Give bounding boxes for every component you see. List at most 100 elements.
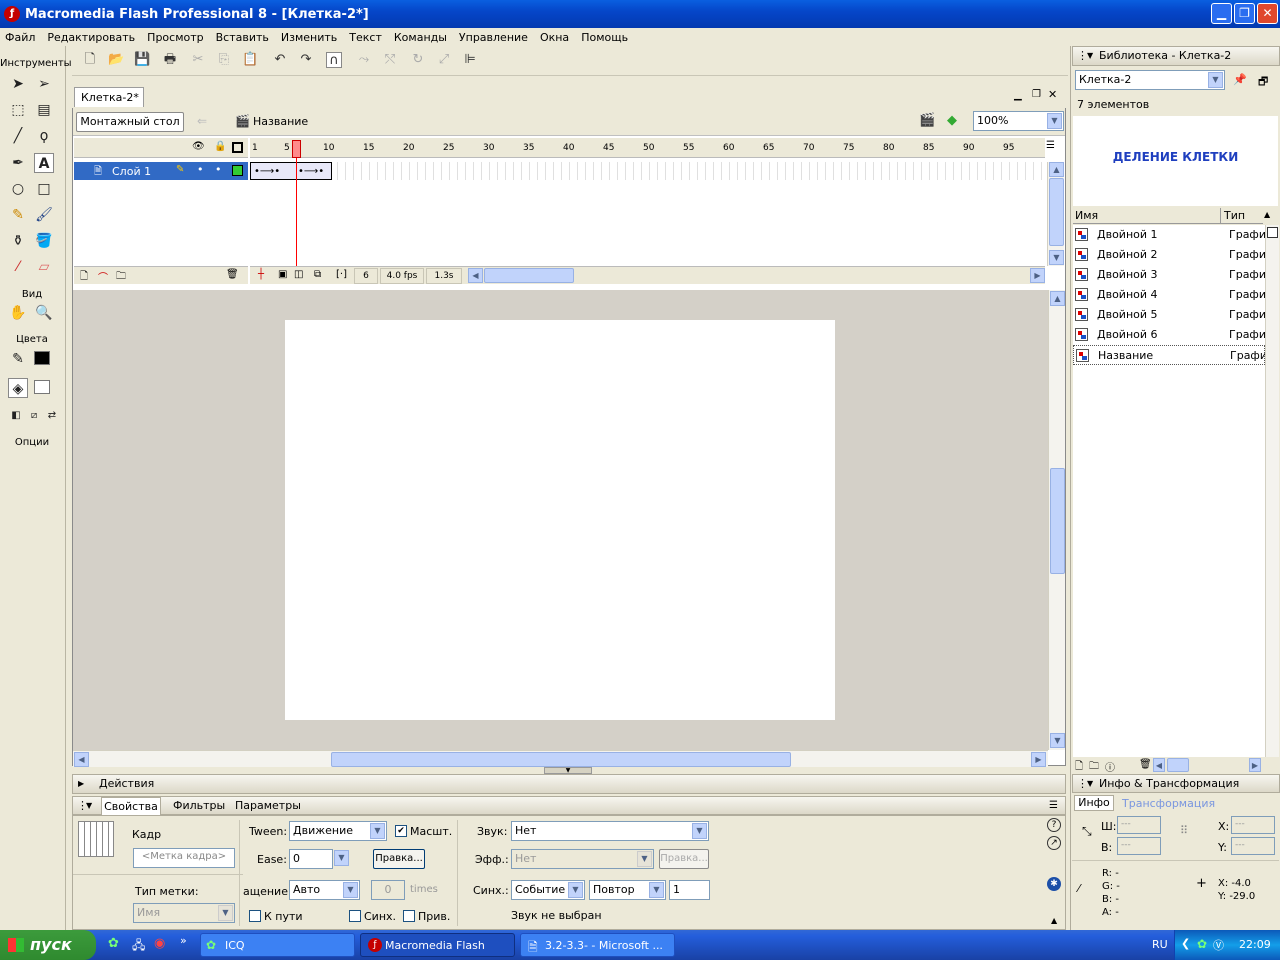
column-name[interactable]: Имя xyxy=(1075,209,1098,222)
icq-flower-icon[interactable]: ✿ xyxy=(1197,937,1207,951)
wide-view-icon[interactable] xyxy=(1267,227,1278,238)
snap-checkbox[interactable] xyxy=(403,910,415,922)
icq-flower-icon[interactable]: ✿ xyxy=(108,936,119,951)
more-chevron-icon[interactable]: » xyxy=(180,934,187,947)
opera-icon[interactable]: ◉ xyxy=(154,936,165,951)
rotate-icon[interactable]: ↻ xyxy=(410,52,426,68)
panel-menu-icon[interactable]: ☰ xyxy=(1049,797,1058,815)
sort-icon[interactable]: ▲ xyxy=(1264,210,1270,219)
start-button[interactable]: пуск xyxy=(0,930,96,960)
maximize-button[interactable]: ❐ xyxy=(1234,3,1255,24)
effect-edit-button[interactable]: Правка... xyxy=(659,849,709,869)
stroke-color-icon[interactable]: ✎ xyxy=(8,349,28,369)
menu-commands[interactable]: Команды xyxy=(394,31,447,44)
text-tool-icon[interactable]: A xyxy=(34,153,54,173)
subselect-tool-icon[interactable]: ➢ xyxy=(34,74,54,94)
scroll-down-icon[interactable]: ▼ xyxy=(1050,733,1065,748)
oval-tool-icon[interactable]: ○ xyxy=(8,179,28,199)
times-input[interactable]: 0 xyxy=(371,880,405,900)
scale-checkbox[interactable]: ✔ xyxy=(395,825,407,837)
brush-tool-icon[interactable]: 🖌 xyxy=(34,205,54,225)
menu-edit[interactable]: Редактировать xyxy=(47,31,135,44)
scroll-left-icon[interactable]: ◀ xyxy=(74,752,89,767)
pen-tool-icon[interactable]: ✒ xyxy=(8,153,28,173)
tab-filters[interactable]: Фильтры xyxy=(173,797,225,815)
onion-skin-icon[interactable]: ▣ xyxy=(278,269,287,280)
width-field[interactable]: --- xyxy=(1117,816,1161,834)
height-field[interactable]: --- xyxy=(1117,837,1161,855)
playhead-handle[interactable] xyxy=(292,140,301,158)
scroll-left-icon[interactable]: ◀ xyxy=(1153,758,1165,772)
collapse-arrow-icon[interactable]: ▼ xyxy=(86,797,92,815)
rectangle-tool-icon[interactable]: □ xyxy=(34,179,54,199)
sync-checkbox[interactable] xyxy=(349,910,361,922)
task-word[interactable]: 3.2-3.3- - Microsoft ... xyxy=(520,933,675,957)
stage-button[interactable]: Монтажный стол xyxy=(76,112,184,132)
zoom-tool-icon[interactable]: 🔍 xyxy=(34,303,54,323)
ease-input[interactable]: 0 xyxy=(289,849,333,869)
help-icon[interactable]: ? xyxy=(1047,818,1061,832)
doc-close-icon[interactable]: ✕ xyxy=(1048,88,1057,101)
scroll-right-icon[interactable]: ▶ xyxy=(1030,268,1045,283)
paste-icon[interactable]: 📋 xyxy=(242,52,258,68)
sound-select[interactable]: Нет ▼ xyxy=(511,821,709,841)
expand-tray-icon[interactable]: ❮ xyxy=(1181,937,1190,950)
edit-icon[interactable]: ↗ xyxy=(1047,836,1061,850)
scroll-down-icon[interactable]: ▼ xyxy=(1049,250,1064,265)
doc-minimize-icon[interactable]: ▁ xyxy=(1014,90,1022,101)
open-folder-icon[interactable]: 📂 xyxy=(108,52,124,68)
zoom-select[interactable]: 100% ▼ xyxy=(973,111,1064,131)
stage-canvas[interactable] xyxy=(285,320,835,720)
tween-select[interactable]: Движение ▼ xyxy=(289,821,387,841)
eraser-tool-icon[interactable]: ▱ xyxy=(34,257,54,277)
vscroll-thumb[interactable] xyxy=(1049,178,1064,246)
antivirus-icon[interactable]: Ⓥ xyxy=(1213,937,1224,953)
timeline-vscroll[interactable]: ▲ ▼ xyxy=(1047,162,1064,266)
scroll-right-icon[interactable]: ▶ xyxy=(1249,758,1261,772)
frame-track[interactable]: •⟶• •⟶• xyxy=(250,162,1045,180)
rotate-select[interactable]: Авто ▼ xyxy=(289,880,360,900)
free-transform-icon[interactable]: ⬚ xyxy=(8,100,28,120)
trash-icon[interactable]: 🗑 xyxy=(226,269,239,280)
scroll-up-icon[interactable]: ▲ xyxy=(1049,162,1064,177)
visible-dot-icon[interactable]: • xyxy=(197,163,204,176)
trash-icon[interactable]: 🗑 xyxy=(1139,759,1152,770)
ease-edit-button[interactable]: Правка... xyxy=(373,849,425,869)
smooth-icon[interactable]: ⤳ xyxy=(356,52,372,68)
frame-label-input[interactable]: <Метка кадра> xyxy=(133,848,235,868)
library-vscroll[interactable] xyxy=(1265,225,1279,757)
sync-select[interactable]: Событие ▼ xyxy=(511,880,585,900)
onion-outline-icon[interactable]: ◫ xyxy=(294,269,303,280)
stage-hscroll-thumb[interactable] xyxy=(331,752,791,767)
stage-hscroll[interactable]: ◀ ▶ xyxy=(73,750,1048,767)
center-frame-icon[interactable]: ┼ xyxy=(258,269,264,280)
stage-vscroll-thumb[interactable] xyxy=(1050,468,1065,574)
add-guide-icon[interactable]: ⌒ xyxy=(98,269,108,284)
scale-icon[interactable]: ⤢ xyxy=(436,52,452,68)
cut-icon[interactable]: ✂ xyxy=(190,52,206,68)
y-field[interactable]: --- xyxy=(1231,837,1275,855)
stage-vscroll[interactable]: ▲ ▼ xyxy=(1048,290,1065,750)
list-item[interactable]: Название Графи xyxy=(1073,345,1267,365)
copy-icon[interactable]: ⎘ xyxy=(216,52,232,68)
menu-control[interactable]: Управление xyxy=(459,31,528,44)
timeline-menu-icon[interactable]: ☰ xyxy=(1046,140,1055,151)
menu-windows[interactable]: Окна xyxy=(540,31,569,44)
stroke-color-swatch[interactable] xyxy=(34,351,50,365)
library-hscroll-thumb[interactable] xyxy=(1167,758,1189,772)
list-item[interactable]: Двойной 5 Графи xyxy=(1073,305,1266,325)
timeline-scroll-thumb[interactable] xyxy=(484,268,574,283)
edit-multiple-icon[interactable]: ⧉ xyxy=(314,269,321,280)
actions-panel-header[interactable]: ▶ Действия xyxy=(72,774,1066,794)
pin-library-icon[interactable]: 📌 xyxy=(1233,73,1247,86)
arrow-tool-icon[interactable]: ➤ xyxy=(8,74,28,94)
list-item[interactable]: Двойной 6 Графи xyxy=(1073,325,1266,345)
print-icon[interactable]: 🖶 xyxy=(162,52,178,68)
repeat-count-input[interactable]: 1 xyxy=(669,880,710,900)
list-item[interactable]: Двойной 4 Графи xyxy=(1073,285,1266,305)
list-item[interactable]: Двойной 2 Графи xyxy=(1073,245,1266,265)
scroll-right-icon[interactable]: ▶ xyxy=(1031,752,1046,767)
add-layer-icon[interactable]: 🗋 xyxy=(80,269,88,286)
align-icon[interactable]: ⊫ xyxy=(462,52,478,68)
outline-icon[interactable] xyxy=(232,142,243,153)
